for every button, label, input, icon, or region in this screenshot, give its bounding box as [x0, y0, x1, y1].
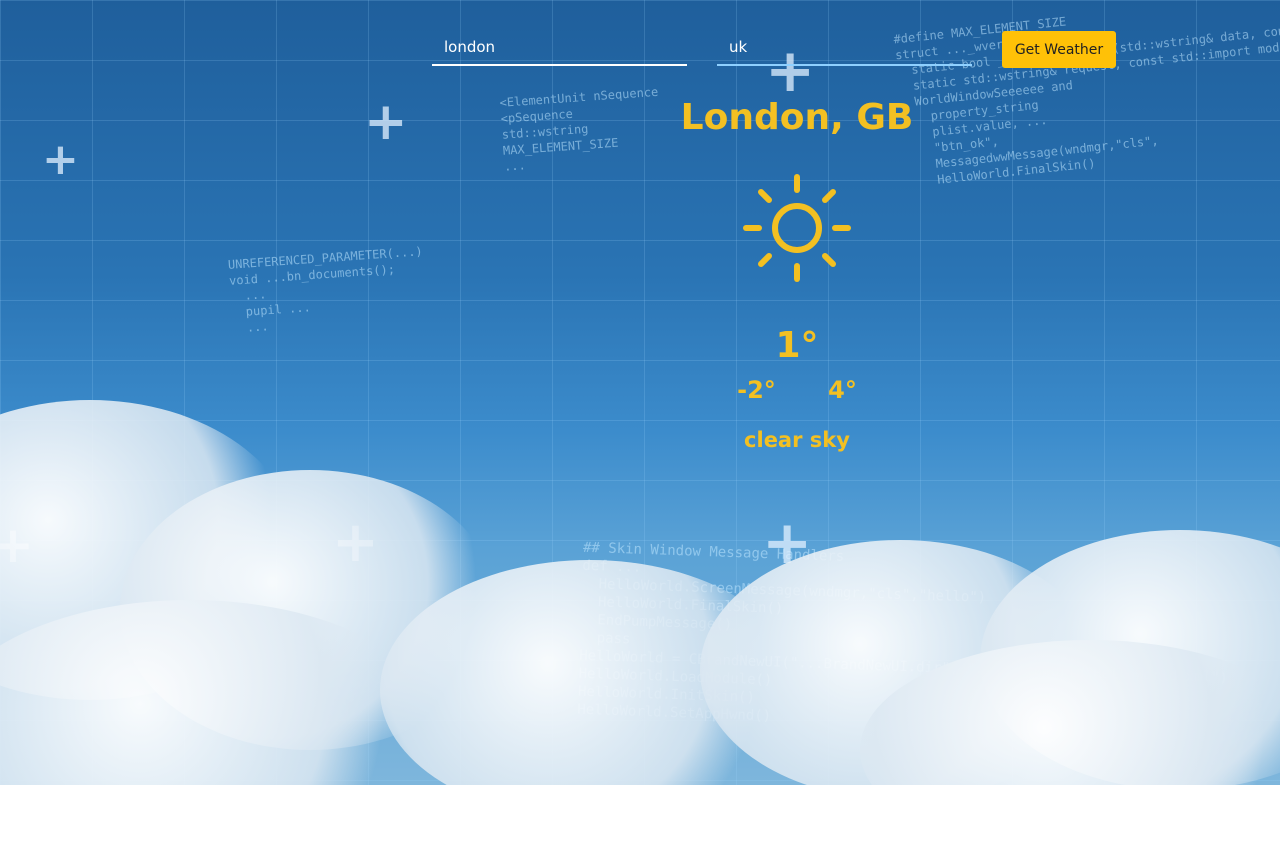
city-input[interactable] [432, 30, 687, 66]
sun-icon [743, 174, 851, 282]
max-temperature: 4° [828, 376, 857, 404]
current-temperature: 1° [775, 325, 819, 366]
background-plus: + [364, 92, 408, 152]
min-max-temperature: -2° 4° [597, 374, 997, 406]
get-weather-button[interactable]: Get Weather [1002, 31, 1116, 68]
location-title: London, GB [680, 97, 914, 138]
background-plus: + [42, 134, 79, 185]
country-input[interactable] [717, 30, 972, 66]
weather-search-form: Get Weather [432, 30, 1122, 70]
weather-result: London, GB 1° -2° 4° clear sky [597, 94, 997, 454]
min-temperature: -2° [737, 376, 776, 404]
weather-description: clear sky [744, 428, 850, 452]
weather-icon-wrap [597, 172, 997, 284]
